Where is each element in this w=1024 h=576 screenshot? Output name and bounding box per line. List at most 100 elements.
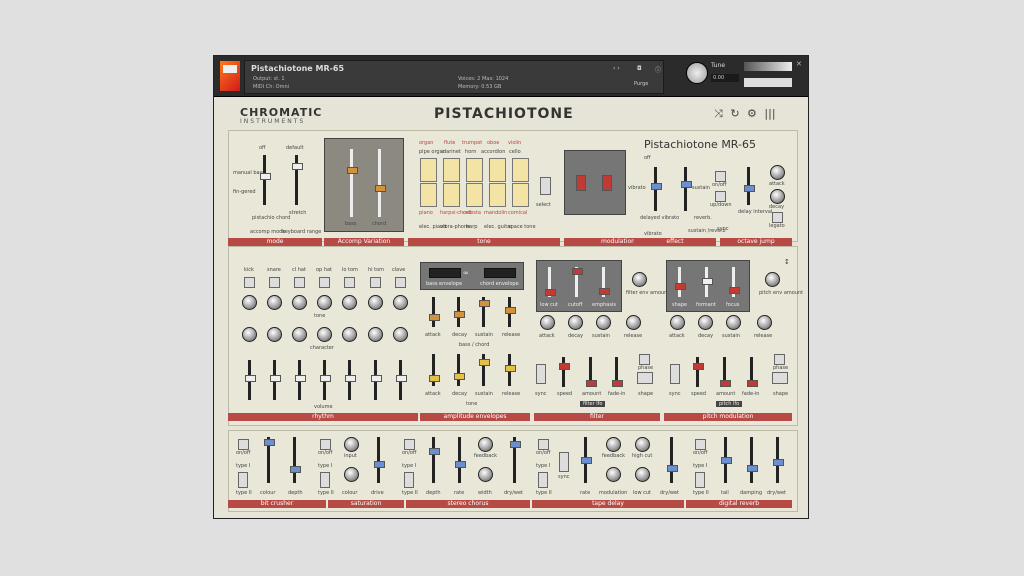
lo-tom-character-knob[interactable] (342, 327, 357, 342)
keyboard-range-handle[interactable] (292, 163, 303, 170)
op-hat-character-knob[interactable] (317, 327, 332, 342)
filter-env-amount-knob[interactable] (632, 272, 647, 287)
env1-sustain-handle[interactable] (479, 300, 490, 307)
bass-envelope-tab[interactable] (429, 268, 461, 278)
kick-button[interactable] (244, 277, 255, 288)
env2-sustain-handle[interactable] (479, 359, 490, 366)
chorus-feedback-knob[interactable] (478, 437, 493, 452)
bit-type-switch[interactable] (238, 472, 248, 488)
filter-lfo-fadein-handle[interactable] (612, 380, 623, 387)
chorus-depth-slider[interactable] (432, 437, 435, 483)
close-icon[interactable]: ✕ (796, 60, 802, 68)
pitch-sustain-knob[interactable] (726, 315, 741, 330)
pitch-release-knob[interactable] (757, 315, 772, 330)
env1-attack-slider[interactable] (432, 297, 435, 327)
filter-attack-knob[interactable] (540, 315, 555, 330)
pitch-attack-knob[interactable] (670, 315, 685, 330)
pitch-lfo-phase-button[interactable] (774, 354, 785, 365)
modulation-switch-2[interactable] (602, 175, 612, 191)
tape-drywet-slider[interactable] (670, 437, 673, 483)
pitch-env-amount-knob[interactable] (765, 272, 780, 287)
tone-tab-3-top[interactable] (466, 158, 483, 182)
low-cut-handle[interactable] (545, 289, 556, 296)
filter-lfo-shape-icon[interactable] (637, 372, 653, 384)
cl-hat-character-knob[interactable] (292, 327, 307, 342)
tone-tab-2-top[interactable] (443, 158, 460, 182)
octave-onoff-button[interactable] (715, 171, 726, 182)
link-icon[interactable]: ∞ (463, 269, 469, 277)
env1-decay-handle[interactable] (454, 311, 465, 318)
pitch-lfo-speed-handle[interactable] (693, 363, 704, 370)
refresh-icon[interactable]: ↻ (730, 107, 739, 120)
chorus-width-knob[interactable] (478, 467, 493, 482)
kick-character-knob[interactable] (242, 327, 257, 342)
cl-hat-button[interactable] (294, 277, 305, 288)
tape-lowcut-knob[interactable] (635, 467, 650, 482)
tone-tab-2-bottom[interactable] (443, 183, 460, 207)
filter-release-knob[interactable] (626, 315, 641, 330)
sustain-slider[interactable] (684, 167, 687, 211)
pitch-lfo-shape-icon[interactable] (772, 372, 788, 384)
cl-hat-tone-knob[interactable] (292, 295, 307, 310)
octave-decay-knob[interactable] (770, 189, 785, 204)
reverb-tail-handle[interactable] (721, 457, 732, 464)
pitch-lfo-fadein-handle[interactable] (747, 380, 758, 387)
tone-tab-1-bottom[interactable] (420, 183, 437, 207)
expand-arrows-icon[interactable]: ↕ (784, 258, 790, 266)
tone-tab-5-top[interactable] (512, 158, 529, 182)
gear-icon[interactable]: ⚙ (747, 107, 757, 120)
filter-lfo-speed-handle[interactable] (559, 363, 570, 370)
shuffle-icon[interactable]: ⤨ (714, 107, 723, 120)
chorus-rate-handle[interactable] (455, 461, 466, 468)
chord-variation-slider[interactable] (378, 149, 381, 217)
env2-release-handle[interactable] (505, 365, 516, 372)
filter-lfo-sync-button[interactable] (536, 364, 546, 384)
clave-character-knob[interactable] (393, 327, 408, 342)
tune-knob[interactable] (686, 62, 708, 84)
tape-sync-button[interactable] (559, 452, 569, 472)
pan-slider[interactable] (744, 78, 792, 87)
accomp-mode-slider[interactable] (263, 155, 266, 205)
reverb-drywet-handle[interactable] (773, 459, 784, 466)
env1-release-handle[interactable] (505, 307, 516, 314)
tape-drywet-handle[interactable] (667, 465, 678, 472)
clave-volume-handle[interactable] (396, 375, 407, 382)
env2-decay-handle[interactable] (454, 373, 465, 380)
pitch-formant-handle[interactable] (702, 278, 713, 285)
reverb-type-switch[interactable] (695, 472, 705, 488)
lo-tom-volume-handle[interactable] (345, 375, 356, 382)
reverb-onoff-button[interactable] (695, 439, 706, 450)
tape-type-switch[interactable] (538, 472, 548, 488)
output-selector[interactable]: Output: st. 1 (253, 76, 285, 82)
sat-onoff-button[interactable] (320, 439, 331, 450)
filter-lfo-amount-handle[interactable] (586, 380, 597, 387)
sustain-handle[interactable] (681, 181, 692, 188)
sat-type-switch[interactable] (320, 472, 330, 488)
purge-button[interactable]: Purge (634, 81, 648, 87)
sat-colour-knob[interactable] (344, 467, 359, 482)
prev-preset-icon[interactable]: ‹ › (613, 65, 620, 72)
tape-highcut-knob[interactable] (635, 437, 650, 452)
octave-updown-button[interactable] (715, 191, 726, 202)
tone-tab-4-bottom[interactable] (489, 183, 506, 207)
tune-value[interactable]: 0.00 (711, 74, 739, 82)
bit-colour-handle[interactable] (264, 439, 275, 446)
lo-tom-tone-knob[interactable] (342, 295, 357, 310)
emphasis-handle[interactable] (599, 288, 610, 295)
tone-tab-1-top[interactable] (420, 158, 437, 182)
modulation-switch-1[interactable] (576, 175, 586, 191)
filter-sustain-knob[interactable] (596, 315, 611, 330)
snare-button[interactable] (269, 277, 280, 288)
tone-select-button[interactable] (540, 177, 551, 195)
op-hat-tone-knob[interactable] (317, 295, 332, 310)
filter-lfo-phase-button[interactable] (639, 354, 650, 365)
filter-lfo-speed-slider[interactable] (562, 357, 565, 387)
bit-depth-handle[interactable] (290, 466, 301, 473)
lo-tom-button[interactable] (344, 277, 355, 288)
hi-tom-volume-handle[interactable] (371, 375, 382, 382)
tone-tab-4-top[interactable] (489, 158, 506, 182)
op-hat-volume-handle[interactable] (320, 375, 331, 382)
pitch-decay-knob[interactable] (698, 315, 713, 330)
clave-button[interactable] (395, 277, 406, 288)
chorus-type-switch[interactable] (404, 472, 414, 488)
